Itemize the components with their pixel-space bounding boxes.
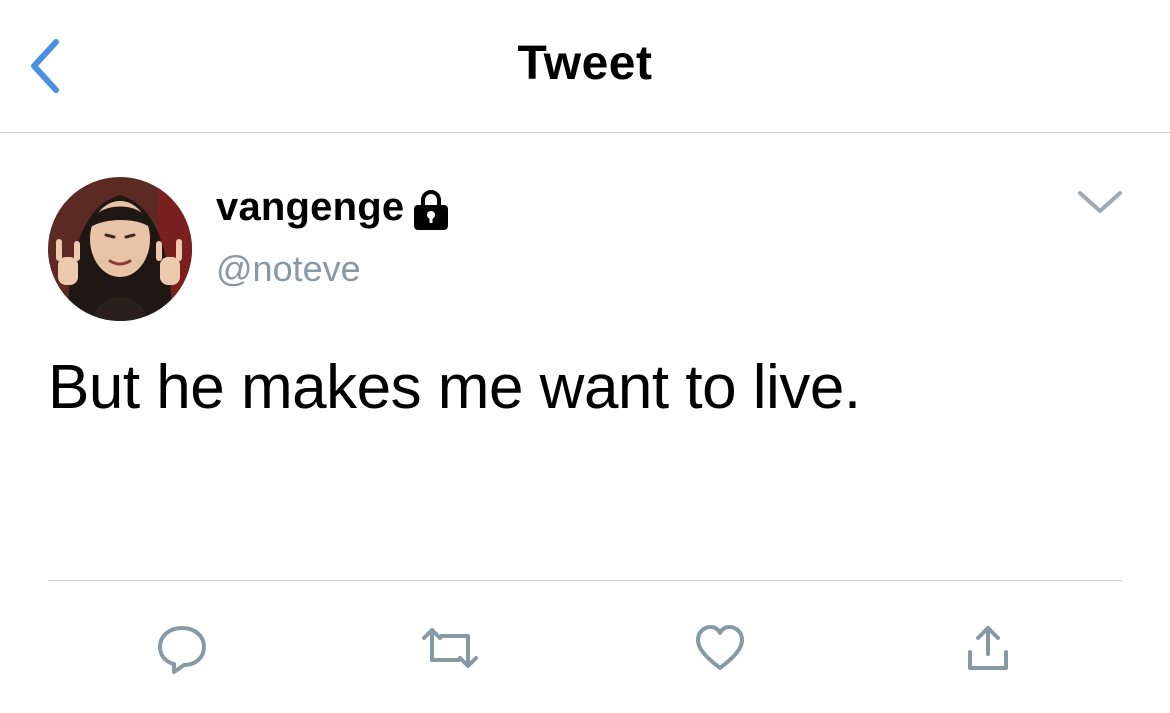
author-name-row[interactable]: vangenge [216, 185, 450, 230]
tweet-menu-button[interactable] [1068, 178, 1132, 226]
share-button[interactable] [956, 616, 1020, 680]
retweet-button[interactable] [418, 616, 482, 680]
share-icon [968, 626, 1008, 670]
user-handle[interactable]: @noteve [216, 248, 361, 290]
heart-icon [696, 625, 744, 670]
lock-icon [414, 189, 449, 230]
reply-button[interactable] [150, 616, 214, 680]
like-button[interactable] [688, 616, 752, 680]
display-name: vangenge [216, 185, 405, 229]
page-title: Tweet [517, 37, 653, 90]
chevron-down-icon [1078, 191, 1122, 213]
avatar[interactable] [48, 177, 192, 321]
comment-icon [158, 626, 206, 674]
tweet-text: But he makes me want to live. [48, 353, 861, 422]
retweet-icon [422, 628, 478, 668]
avatar-image [48, 177, 192, 321]
navigation-bar: Tweet [0, 0, 1170, 133]
divider [48, 580, 1122, 581]
